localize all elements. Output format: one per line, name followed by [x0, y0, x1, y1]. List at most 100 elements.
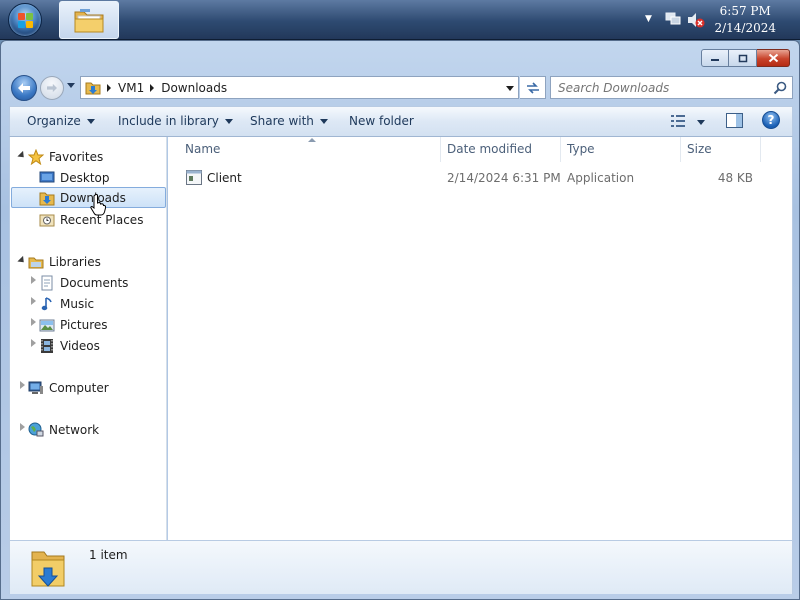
file-size: 48 KB [717, 171, 753, 185]
file-row-client[interactable]: Client 2/14/2024 6:31 PM Application 48 … [180, 167, 780, 189]
caption-buttons [701, 49, 790, 67]
nav-item-desktop[interactable]: Desktop [39, 167, 110, 188]
expand-computer-toggle[interactable] [20, 381, 25, 389]
maximize-button[interactable] [729, 49, 757, 67]
downloads-folder-icon [39, 192, 55, 205]
navigation-pane: Favorites Desktop Downloads Recent Place… [9, 137, 167, 579]
share-with-button[interactable]: Share with [250, 107, 328, 136]
include-in-library-label: Include in library [118, 114, 219, 128]
favorites-node[interactable]: Favorites [28, 146, 103, 167]
file-date-modified: 2/14/2024 6:31 PM [447, 171, 561, 185]
taskbar: ▼ 6:57 PM 2/14/2024 [0, 0, 800, 40]
network-label: Network [49, 422, 100, 437]
expand-network-toggle[interactable] [20, 423, 25, 431]
libraries-node[interactable]: Libraries [28, 251, 101, 272]
videos-icon [41, 338, 53, 353]
expand-pictures-toggle[interactable] [31, 318, 36, 326]
organize-label: Organize [27, 114, 81, 128]
show-hidden-icons-chevron[interactable]: ▼ [645, 14, 652, 24]
clock[interactable]: 6:57 PM 2/14/2024 [714, 3, 776, 37]
breadcrumb-vm1[interactable]: VM1 [118, 81, 144, 95]
details-pane: 1 item [9, 540, 793, 594]
collapse-favorites-toggle[interactable] [17, 150, 27, 161]
recent-pages-dropdown[interactable] [67, 83, 75, 88]
clock-date: 2/14/2024 [714, 21, 776, 35]
explorer-window: VM1 Downloads Organize Include in librar… [0, 40, 800, 600]
downloads-folder-icon [31, 551, 65, 587]
downloads-folder-icon [85, 82, 101, 95]
start-button[interactable] [5, 2, 45, 38]
chevron-down-icon [224, 119, 233, 124]
computer-node[interactable]: Computer [28, 377, 109, 398]
address-bar[interactable]: VM1 Downloads [80, 76, 519, 99]
nav-item-music[interactable]: Music [39, 293, 94, 314]
nav-item-pictures[interactable]: Pictures [39, 314, 108, 335]
search-icon[interactable] [773, 81, 787, 95]
computer-icon [28, 381, 43, 394]
nav-item-label: Videos [60, 338, 100, 353]
desktop-icon [39, 171, 55, 182]
view-options-dropdown[interactable] [697, 120, 705, 125]
back-arrow-icon [18, 83, 30, 93]
network-globe-icon [28, 422, 44, 436]
breadcrumb-downloads[interactable]: Downloads [161, 81, 227, 95]
volume-muted-icon[interactable] [687, 12, 705, 28]
folder-explorer-icon [74, 9, 104, 33]
sort-ascending-icon [308, 138, 316, 142]
close-button[interactable] [757, 49, 790, 67]
expand-videos-toggle[interactable] [31, 339, 36, 347]
refresh-icon [526, 81, 539, 94]
libraries-label: Libraries [49, 254, 101, 269]
chevron-down-icon [319, 119, 328, 124]
column-header-type[interactable]: Type [561, 137, 681, 162]
collapse-libraries-toggle[interactable] [17, 255, 27, 266]
minimize-icon [711, 59, 719, 61]
new-folder-label: New folder [349, 114, 414, 128]
recent-places-icon [39, 214, 55, 226]
forward-button[interactable] [40, 76, 64, 100]
nav-item-downloads[interactable]: Downloads [11, 187, 166, 208]
search-box[interactable] [550, 76, 793, 99]
new-folder-button[interactable]: New folder [349, 107, 414, 136]
breadcrumb-separator[interactable] [150, 83, 155, 92]
clock-time: 6:57 PM [719, 4, 771, 18]
nav-item-label: Desktop [60, 170, 110, 185]
refresh-button[interactable] [520, 76, 546, 99]
application-icon [186, 170, 202, 185]
organize-button[interactable]: Organize [27, 107, 95, 136]
nav-item-label: Documents [60, 275, 129, 290]
taskbar-explorer-button[interactable] [59, 1, 119, 39]
column-header-size[interactable]: Size [681, 137, 761, 162]
back-button[interactable] [11, 75, 37, 101]
search-input[interactable] [558, 80, 768, 95]
expand-documents-toggle[interactable] [31, 276, 36, 284]
windows-orb-icon [8, 3, 42, 37]
breadcrumb-separator[interactable] [107, 83, 111, 92]
star-icon [28, 148, 44, 165]
help-icon[interactable]: ? [762, 111, 780, 129]
nav-item-videos[interactable]: Videos [39, 335, 100, 356]
nav-item-label: Pictures [60, 317, 108, 332]
item-count: 1 item [89, 548, 128, 562]
network-node[interactable]: Network [28, 419, 99, 440]
include-in-library-button[interactable]: Include in library [118, 107, 233, 136]
address-history-dropdown[interactable] [506, 86, 514, 91]
preview-pane-icon[interactable] [726, 113, 743, 128]
command-bar: Organize Include in library Share with N… [9, 106, 793, 137]
documents-icon [41, 275, 53, 290]
file-list: Name Date modified Type Size Client 2/14… [168, 137, 793, 579]
close-icon [768, 53, 778, 63]
column-header-date-modified[interactable]: Date modified [441, 137, 561, 162]
expand-music-toggle[interactable] [31, 297, 36, 305]
notification-area: ▼ 6:57 PM 2/14/2024 [635, 0, 800, 40]
maximize-icon [738, 54, 747, 62]
computer-label: Computer [49, 380, 109, 395]
favorites-label: Favorites [49, 149, 104, 164]
navigation-bar: VM1 Downloads [9, 74, 793, 102]
file-name[interactable]: Client [207, 167, 242, 189]
share-with-label: Share with [250, 114, 314, 128]
nav-item-documents[interactable]: Documents [39, 272, 128, 293]
minimize-button[interactable] [701, 49, 729, 67]
change-view-icon[interactable] [671, 114, 685, 128]
network-icon[interactable] [665, 12, 681, 26]
